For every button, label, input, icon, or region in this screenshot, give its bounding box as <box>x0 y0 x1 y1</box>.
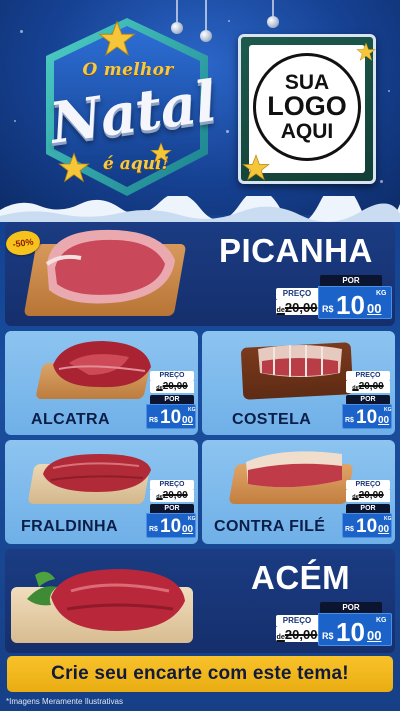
star-icon <box>98 20 136 57</box>
new-price: R$ 10 00 KG <box>342 513 392 538</box>
old-price: de20,00 <box>150 490 194 502</box>
logo-text-1: SUA <box>284 70 330 94</box>
logo-text-3: AQUI <box>280 119 334 143</box>
logo-text-2: LOGO <box>267 91 347 122</box>
ornament-icon <box>267 0 279 28</box>
old-price: de20,00 <box>346 490 390 502</box>
promo-flyer: O melhor Natal é aqui! SUA LOGO AQUI PIC… <box>0 0 400 711</box>
preco-label: PREÇO <box>150 371 194 381</box>
price-tag: PREÇO de20,00 POR R$ 10 00 KG <box>146 371 196 429</box>
product-card-costela: COSTELA PREÇO de20,00 POR R$ 10 00 KG <box>202 331 395 435</box>
new-price: R$ 10 00 KG <box>342 404 392 429</box>
snow-divider <box>0 196 400 222</box>
old-price: de20,00 <box>276 627 318 642</box>
product-card-picanha: PICANHA POR PREÇO de20,00 R$ 10 00 KG <box>5 222 395 326</box>
preco-label: PREÇO <box>346 480 390 490</box>
product-name: ACÉM <box>251 559 351 596</box>
price-tag: POR PREÇO de20,00 R$ 10 00 KG <box>276 275 394 320</box>
product-name: ALCATRA <box>31 411 110 428</box>
por-label: POR <box>346 504 390 513</box>
logo-circle: SUA LOGO AQUI <box>253 53 361 161</box>
por-label: POR <box>346 395 390 404</box>
old-price: de20,00 <box>150 381 194 393</box>
new-price: R$ 10 00 KG <box>318 613 392 647</box>
star-icon <box>58 152 90 183</box>
preco-label: PREÇO <box>276 288 318 300</box>
price-tag: PREÇO de20,00 POR R$ 10 00 KG <box>342 371 392 429</box>
star-icon <box>242 154 270 181</box>
por-label: POR <box>150 395 194 404</box>
old-price: de20,00 <box>346 381 390 393</box>
christmas-header: O melhor Natal é aqui! SUA LOGO AQUI <box>0 0 400 215</box>
old-price: de20,00 <box>276 300 318 315</box>
por-label: POR <box>150 504 194 513</box>
product-card-acem: ACÉM POR PREÇO de20,00 R$ 10 00 KG <box>5 549 395 653</box>
disclaimer-text: *Imagens Meramente Ilustrativas <box>6 697 123 706</box>
preco-label: PREÇO <box>150 480 194 490</box>
preco-label: PREÇO <box>346 371 390 381</box>
product-name: PICANHA <box>219 232 373 269</box>
price-tag: PREÇO de20,00 POR R$ 10 00 KG <box>342 480 392 538</box>
por-label: POR <box>320 275 382 286</box>
product-name: COSTELA <box>232 411 312 428</box>
cta-banner[interactable]: Crie seu encarte com este tema! <box>7 656 393 692</box>
new-price: R$ 10 00 KG <box>146 404 196 429</box>
star-icon <box>150 142 172 163</box>
price-tag: PREÇO de20,00 POR R$ 10 00 KG <box>146 480 196 538</box>
product-name: CONTRA FILÉ <box>214 518 326 535</box>
por-label: POR <box>320 602 382 613</box>
new-price: R$ 10 00 KG <box>146 513 196 538</box>
product-card-alcatra: ALCATRA PREÇO de20,00 POR R$ 10 00 KG <box>5 331 198 435</box>
product-name: FRALDINHA <box>21 518 118 535</box>
product-card-fraldinha: FRALDINHA PREÇO de20,00 POR R$ 10 00 KG <box>5 440 198 544</box>
product-card-contra-file: CONTRA FILÉ PREÇO de20,00 POR R$ 10 00 K… <box>202 440 395 544</box>
star-icon <box>356 42 376 61</box>
preco-label: PREÇO <box>276 615 318 627</box>
new-price: R$ 10 00 KG <box>318 286 392 320</box>
price-tag: POR PREÇO de20,00 R$ 10 00 KG <box>276 602 394 647</box>
